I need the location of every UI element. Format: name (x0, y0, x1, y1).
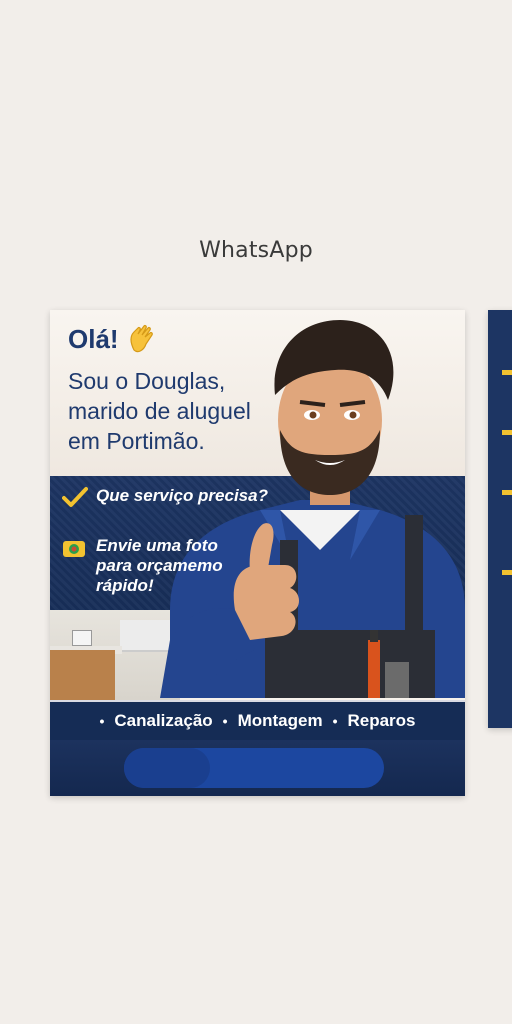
services-bar: • Canalização • Montagem • Reparos (50, 700, 465, 742)
stripe (502, 570, 512, 575)
photo-cta-line: Envie uma foto (96, 536, 218, 555)
app-title: WhatsApp (199, 238, 313, 263)
card-footer (50, 740, 465, 796)
next-promo-image[interactable] (488, 310, 512, 728)
contact-button-accent (124, 748, 210, 788)
check-icon (62, 487, 88, 507)
photo-cta-row: Envie uma foto para orçamemo rápido! (62, 536, 232, 596)
service-item: Reparos (347, 711, 416, 730)
photo-cta-line: rápido! (96, 576, 154, 595)
stripe (502, 430, 512, 435)
greeting: Olá! (68, 324, 119, 354)
question-text: Que serviço precisa? (96, 486, 268, 505)
photo-cta-line: para orçamemo (96, 556, 223, 575)
service-item: Montagem (237, 711, 323, 730)
stripe (502, 370, 512, 375)
question-row: Que serviço precisa? (62, 486, 268, 508)
camera-icon (63, 541, 85, 557)
promo-image[interactable]: Olá! Sou o Douglas, marido de aluguel em… (50, 310, 465, 796)
bucket (72, 630, 92, 646)
kitchen-counter (50, 650, 115, 700)
photo-cta-text: Envie uma foto para orçamemo rápido! (96, 536, 223, 596)
stripe (502, 490, 512, 495)
service-item: Canalização (114, 711, 213, 730)
